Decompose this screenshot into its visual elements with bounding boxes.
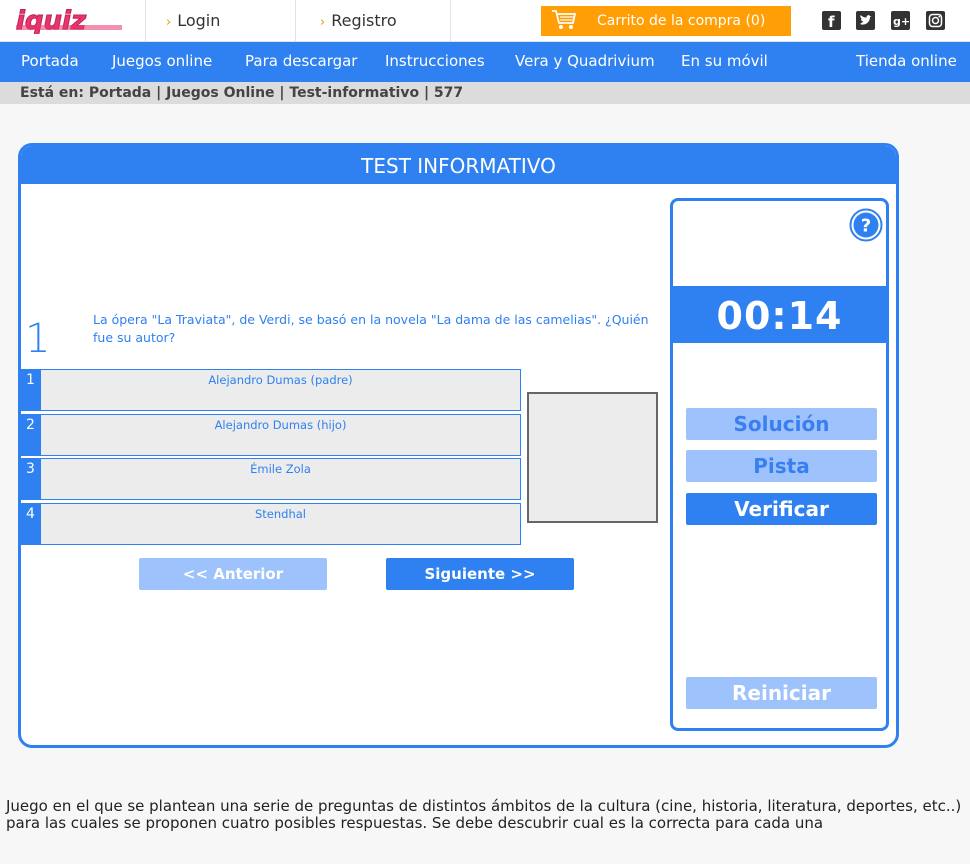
nav-item-portada[interactable]: Portada bbox=[21, 52, 79, 70]
answer-box: Émile Zola bbox=[40, 458, 521, 500]
answer-option-2[interactable]: 2 Alejandro Dumas (hijo) bbox=[21, 414, 521, 456]
chevron-right-icon: › bbox=[166, 15, 172, 30]
game-description: Juego en el que se plantean una serie de… bbox=[6, 797, 962, 832]
answer-number: 3 bbox=[21, 458, 40, 500]
nav-item-vera-quadrivium[interactable]: Vera y Quadrivium bbox=[515, 52, 655, 70]
answer-box: Alejandro Dumas (hijo) bbox=[40, 414, 521, 456]
register-label: Registro bbox=[331, 11, 397, 30]
nav-item-para-descargar[interactable]: Para descargar bbox=[245, 52, 357, 70]
answer-number: 2 bbox=[21, 414, 40, 456]
divider bbox=[450, 0, 451, 42]
answer-text: Émile Zola bbox=[250, 462, 311, 476]
control-panel: ? 00:14 Solución Pista Verificar Reinici… bbox=[670, 198, 889, 731]
quiz-header: TEST INFORMATIVO bbox=[21, 146, 896, 184]
question-number: 1 bbox=[25, 316, 51, 362]
svg-text:g+: g+ bbox=[893, 15, 910, 28]
top-bar: iquiz › Login › Registro Carrito de la com… bbox=[0, 0, 970, 42]
question-text: La ópera "La Traviata", de Verdi, se bas… bbox=[93, 312, 649, 345]
answer-option-3[interactable]: 3 Émile Zola bbox=[21, 458, 521, 500]
breadcrumb-text[interactable]: Está en: Portada | Juegos Online | Test-… bbox=[20, 85, 463, 101]
answer-text: Alejandro Dumas (hijo) bbox=[214, 418, 347, 432]
timer-band: 00:14 bbox=[673, 286, 886, 343]
chevron-right-icon: › bbox=[320, 15, 326, 30]
answer-box: Stendhal bbox=[40, 503, 521, 545]
hint-button[interactable]: Pista bbox=[686, 450, 877, 482]
reset-button[interactable]: Reiniciar bbox=[686, 677, 877, 709]
cart-label: Carrito de la compra (0) bbox=[597, 13, 766, 29]
quiz-panel: TEST INFORMATIVO 1 La ópera "La Traviata… bbox=[18, 143, 899, 748]
answer-text: Stendhal bbox=[254, 507, 306, 521]
quiz-title: TEST INFORMATIVO bbox=[361, 154, 556, 178]
twitter-icon[interactable] bbox=[856, 11, 875, 30]
previous-button[interactable]: << Anterior bbox=[139, 558, 327, 590]
login-label: Login bbox=[177, 11, 221, 30]
question-image-placeholder bbox=[527, 392, 658, 523]
help-glyph: ? bbox=[861, 216, 871, 237]
answer-number: 4 bbox=[21, 503, 40, 545]
facebook-icon[interactable]: f bbox=[822, 11, 841, 30]
instagram-icon[interactable] bbox=[926, 11, 945, 30]
main-nav: Portada Juegos online Para descargar Ins… bbox=[0, 42, 970, 82]
answer-option-1[interactable]: 1 Alejandro Dumas (padre) bbox=[21, 369, 521, 411]
breadcrumb: Está en: Portada | Juegos Online | Test-… bbox=[0, 82, 970, 104]
answer-text: Alejandro Dumas (padre) bbox=[208, 373, 353, 387]
help-icon[interactable]: ? bbox=[849, 208, 883, 242]
nav-item-tienda-online[interactable]: Tienda online bbox=[856, 52, 957, 70]
nav-item-en-su-movil[interactable]: En su móvil bbox=[681, 52, 768, 70]
shopping-cart-icon bbox=[551, 9, 577, 35]
nav-item-juegos-online[interactable]: Juegos online bbox=[112, 52, 212, 70]
timer-display: 00:14 bbox=[716, 294, 843, 338]
svg-text:f: f bbox=[828, 13, 835, 30]
login-cell: › Login bbox=[145, 0, 295, 42]
answer-box: Alejandro Dumas (padre) bbox=[40, 369, 521, 411]
login-link[interactable]: › Login bbox=[166, 11, 220, 30]
iquiz-logo[interactable]: iquiz bbox=[14, 8, 126, 34]
register-link[interactable]: › Registro bbox=[320, 11, 397, 30]
cart-button[interactable]: Carrito de la compra (0) bbox=[541, 6, 791, 36]
answer-option-4[interactable]: 4 Stendhal bbox=[21, 503, 521, 545]
nav-item-instrucciones[interactable]: Instrucciones bbox=[385, 52, 485, 70]
register-cell: › Registro bbox=[295, 0, 450, 42]
svg-text:iquiz: iquiz bbox=[16, 8, 87, 34]
answer-number: 1 bbox=[21, 369, 40, 411]
googleplus-icon[interactable]: g+ bbox=[891, 11, 910, 30]
next-button[interactable]: Siguiente >> bbox=[386, 558, 574, 590]
solution-button[interactable]: Solución bbox=[686, 408, 877, 440]
verify-button[interactable]: Verificar bbox=[686, 493, 877, 525]
